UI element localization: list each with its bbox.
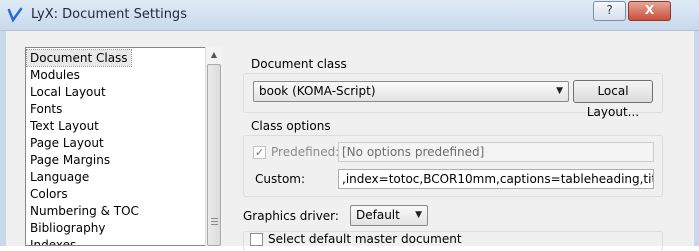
document-class-group-label: Document class <box>251 57 347 71</box>
master-document-checkbox[interactable] <box>250 233 263 246</box>
local-layout-button[interactable]: Local Layout... <box>573 80 653 119</box>
category-item-modules[interactable]: Modules <box>30 67 80 83</box>
custom-label: Custom: <box>255 172 306 186</box>
custom-options-input[interactable]: ,index=totoc,BCOR10mm,captions=tablehead… <box>338 169 654 189</box>
thumb-grip-line <box>211 221 218 222</box>
category-item-fonts[interactable]: Fonts <box>30 101 62 117</box>
window-title: LyX: Document Settings <box>31 7 187 22</box>
category-item-numbering-toc[interactable]: Numbering & TOC <box>30 203 139 219</box>
class-options-group-label: Class options <box>251 119 331 133</box>
help-button[interactable]: ? <box>593 1 626 21</box>
category-item-language[interactable]: Language <box>30 169 89 185</box>
category-item-colors[interactable]: Colors <box>30 186 68 202</box>
category-item-local-layout[interactable]: Local Layout <box>30 84 106 100</box>
title-bar[interactable]: LyX: Document Settings ? X <box>0 0 699 31</box>
category-item-text-layout[interactable]: Text Layout <box>30 118 99 134</box>
document-class-value: book (KOMA-Script) <box>259 84 376 98</box>
thumb-grip-line <box>211 224 218 225</box>
master-document-label: Select default master document <box>268 232 462 246</box>
graphics-driver-label: Graphics driver: <box>243 209 339 223</box>
predefined-checkbox[interactable]: ✓ <box>253 146 266 159</box>
lyx-app-icon <box>7 7 23 23</box>
category-item-page-margins[interactable]: Page Margins <box>30 152 110 168</box>
chevron-down-icon: ▼ <box>556 86 563 96</box>
predefined-options-field: [No options predefined] <box>338 142 654 162</box>
category-list[interactable]: Document Class Modules Local Layout Font… <box>25 47 222 246</box>
category-item-document-class[interactable]: Document Class <box>26 49 132 67</box>
thumb-grip-line <box>211 218 218 219</box>
graphics-driver-value: Default <box>356 208 400 222</box>
category-item-bibliography[interactable]: Bibliography <box>30 220 105 236</box>
category-item-indexes[interactable]: Indexes <box>30 237 76 245</box>
scrollbar-thumb[interactable] <box>207 64 221 246</box>
category-item-page-layout[interactable]: Page Layout <box>30 135 104 151</box>
category-scrollbar[interactable]: ▲ <box>205 47 222 246</box>
scroll-up-arrow-icon[interactable]: ▲ <box>206 47 222 63</box>
document-class-combo[interactable]: book (KOMA-Script) ▼ <box>253 81 569 102</box>
predefined-label: Predefined: <box>271 145 340 159</box>
chevron-down-icon: ▼ <box>415 210 422 220</box>
close-button[interactable]: X <box>628 1 671 21</box>
graphics-driver-combo[interactable]: Default ▼ <box>350 205 428 226</box>
custom-options-text: ,index=totoc,BCOR10mm,captions=tablehead… <box>342 172 654 186</box>
